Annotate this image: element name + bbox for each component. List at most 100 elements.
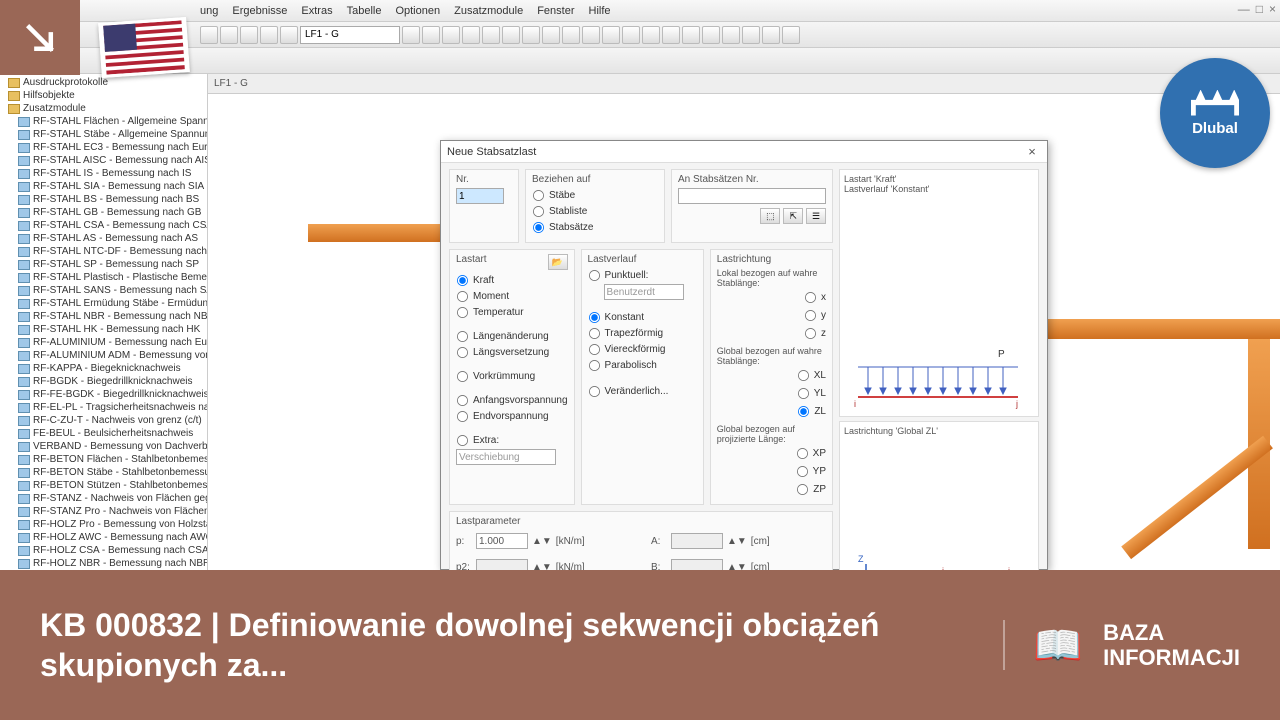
tb-icon[interactable] <box>782 26 800 44</box>
tb-icon[interactable] <box>702 26 720 44</box>
tb-icon[interactable] <box>200 26 218 44</box>
a-input[interactable] <box>671 533 723 549</box>
loadcase-combo[interactable]: LF1 - G <box>300 26 400 44</box>
radio-parabolisch[interactable]: Parabolisch <box>588 358 697 372</box>
pick-icon[interactable]: ⬚ <box>760 208 780 224</box>
tree-item[interactable]: Hilfsobjekte <box>0 89 207 102</box>
tree-item[interactable]: Zusatzmodule <box>0 102 207 115</box>
tree-module-item[interactable]: RF-STAHL SANS - Bemessung nach SANS <box>0 284 207 297</box>
close-icon[interactable]: × <box>1023 144 1041 160</box>
tree-module-item[interactable]: VERBAND - Bemessung von Dachverbänc <box>0 440 207 453</box>
tree-module-item[interactable]: RF-STAHL NBR - Bemessung nach NBR <box>0 310 207 323</box>
tree-module-item[interactable]: RF-STAHL Flächen - Allgemeine Spannun <box>0 115 207 128</box>
radio-stabliste[interactable]: Stabliste <box>532 204 658 218</box>
radio-veraenderlich[interactable]: Veränderlich... <box>588 384 697 398</box>
tree-module-item[interactable]: RF-STAHL Ermüdung Stäbe - Ermüdungs <box>0 297 207 310</box>
radio-konstant[interactable]: Konstant <box>588 310 697 324</box>
extra-combo[interactable]: Verschiebung <box>456 449 556 465</box>
tb-icon[interactable] <box>280 26 298 44</box>
tree-module-item[interactable]: RF-STANZ - Nachweis von Flächen geger <box>0 492 207 505</box>
tree-module-item[interactable]: RF-STAHL GB - Bemessung nach GB <box>0 206 207 219</box>
tb-icon[interactable] <box>542 26 560 44</box>
tb-icon[interactable] <box>662 26 680 44</box>
close-icon[interactable]: × <box>1269 2 1276 16</box>
tb-icon[interactable] <box>762 26 780 44</box>
tree-module-item[interactable]: RF-FE-BGDK - Biegedrillknicknachweis m <box>0 388 207 401</box>
tree-module-item[interactable]: RF-STAHL SIA - Bemessung nach SIA <box>0 180 207 193</box>
radio-anfangsvorspannung[interactable]: Anfangsvorspannung <box>456 393 568 407</box>
radio-extra[interactable]: Extra: <box>456 433 568 447</box>
menu-item[interactable]: Ergebnisse <box>232 5 287 17</box>
radio-zl[interactable]: ZL <box>797 404 826 418</box>
library-icon[interactable]: 📂 <box>548 254 568 270</box>
menu-item[interactable]: Tabelle <box>347 5 382 17</box>
tree-module-item[interactable]: RF-STAHL AS - Bemessung nach AS <box>0 232 207 245</box>
tb-icon[interactable] <box>442 26 460 44</box>
tb-icon[interactable] <box>462 26 480 44</box>
tree-item[interactable]: Ausdruckprotokolle <box>0 76 207 89</box>
tree-module-item[interactable]: RF-ALUMINIUM ADM - Bemessung von S <box>0 349 207 362</box>
tree-module-item[interactable]: RF-STAHL Stäbe - Allgemeine Spannungs <box>0 128 207 141</box>
radio-yp[interactable]: YP <box>796 464 826 478</box>
radio-stabsaetze[interactable]: Stabsätze <box>532 220 658 234</box>
tree-module-item[interactable]: RF-HOLZ NBR - Bemessung nach NBR <box>0 557 207 570</box>
tb-icon[interactable] <box>742 26 760 44</box>
tree-module-item[interactable]: RF-HOLZ CSA - Bemessung nach CSA <box>0 544 207 557</box>
tree-module-item[interactable]: RF-HOLZ AWC - Bemessung nach AWC ( <box>0 531 207 544</box>
tree-module-item[interactable]: RF-ALUMINIUM - Bemessung nach Euroc <box>0 336 207 349</box>
radio-endvorspannung[interactable]: Endvorspannung <box>456 409 568 423</box>
menu-item[interactable]: Extras <box>301 5 332 17</box>
menu-item[interactable]: Zusatzmodule <box>454 5 523 17</box>
radio-zp[interactable]: ZP <box>796 482 826 496</box>
tb-icon[interactable] <box>722 26 740 44</box>
tb-icon[interactable] <box>522 26 540 44</box>
tree-module-item[interactable]: RF-STAHL CSA - Bemessung nach CSA <box>0 219 207 232</box>
view-tab[interactable]: LF1 - G <box>208 74 1280 94</box>
menu-item[interactable]: Optionen <box>395 5 440 17</box>
radio-z[interactable]: z <box>804 326 826 340</box>
radio-x[interactable]: x <box>804 290 826 304</box>
tb-icon[interactable] <box>562 26 580 44</box>
nr-input[interactable] <box>456 188 504 204</box>
tree-module-item[interactable]: RF-STAHL Plastisch - Plastische Bemessu <box>0 271 207 284</box>
radio-laengenaenderung[interactable]: Längenänderung <box>456 329 568 343</box>
tree-module-item[interactable]: RF-STAHL BS - Bemessung nach BS <box>0 193 207 206</box>
tree-module-item[interactable]: RF-BETON Stützen - Stahlbetonbemessur <box>0 479 207 492</box>
tree-module-item[interactable]: RF-STAHL HK - Bemessung nach HK <box>0 323 207 336</box>
tree-module-item[interactable]: RF-STAHL AISC - Bemessung nach AISC ( <box>0 154 207 167</box>
minimize-icon[interactable]: — <box>1238 2 1250 16</box>
tree-module-item[interactable]: RF-STAHL SP - Bemessung nach SP <box>0 258 207 271</box>
radio-kraft[interactable]: Kraft <box>456 273 568 287</box>
radio-staebe[interactable]: Stäbe <box>532 188 658 202</box>
tb-icon[interactable] <box>240 26 258 44</box>
tb-icon[interactable] <box>422 26 440 44</box>
tree-module-item[interactable]: RF-STAHL EC3 - Bemessung nach Euroc <box>0 141 207 154</box>
tb-icon[interactable] <box>622 26 640 44</box>
tree-module-item[interactable]: RF-STANZ Pro - Nachweis von Flächen g <box>0 505 207 518</box>
menu-item[interactable]: Fenster <box>537 5 574 17</box>
select-icon[interactable]: ⇱ <box>783 208 803 224</box>
menu-item[interactable]: Hilfe <box>589 5 611 17</box>
radio-y[interactable]: y <box>804 308 826 322</box>
tree-module-item[interactable]: RF-STAHL NTC-DF - Bemessung nach NT <box>0 245 207 258</box>
radio-vorkruemmung[interactable]: Vorkrümmung <box>456 369 568 383</box>
radio-xl[interactable]: XL <box>797 368 826 382</box>
tb-icon[interactable] <box>260 26 278 44</box>
punktuell-combo[interactable]: Benutzerdt <box>604 284 684 300</box>
tree-module-item[interactable]: RF-BETON Stäbe - Stahlbetonbemessung <box>0 466 207 479</box>
tree-module-item[interactable]: FE-BEUL - Beulsicherheitsnachweis <box>0 427 207 440</box>
tree-module-item[interactable]: RF-KAPPA - Biegeknicknachweis <box>0 362 207 375</box>
radio-yl[interactable]: YL <box>797 386 826 400</box>
tb-icon[interactable] <box>482 26 500 44</box>
radio-temperatur[interactable]: Temperatur <box>456 305 568 319</box>
p1-input[interactable]: 1.000 <box>476 533 528 549</box>
radio-laengsversetzung[interactable]: Längsversetzung <box>456 345 568 359</box>
tree-module-item[interactable]: RF-STAHL IS - Bemessung nach IS <box>0 167 207 180</box>
tree-module-item[interactable]: RF-BETON Flächen - Stahlbetonbemessu <box>0 453 207 466</box>
tree-module-item[interactable]: RF-C-ZU-T - Nachweis von grenz (c/t) <box>0 414 207 427</box>
menu-item[interactable]: ung <box>200 5 218 17</box>
tree-module-item[interactable]: RF-EL-PL - Tragsicherheitsnachweis nach <box>0 401 207 414</box>
list-icon[interactable]: ☰ <box>806 208 826 224</box>
tree-module-item[interactable]: RF-BGDK - Biegedrillknicknachweis <box>0 375 207 388</box>
tb-icon[interactable] <box>642 26 660 44</box>
